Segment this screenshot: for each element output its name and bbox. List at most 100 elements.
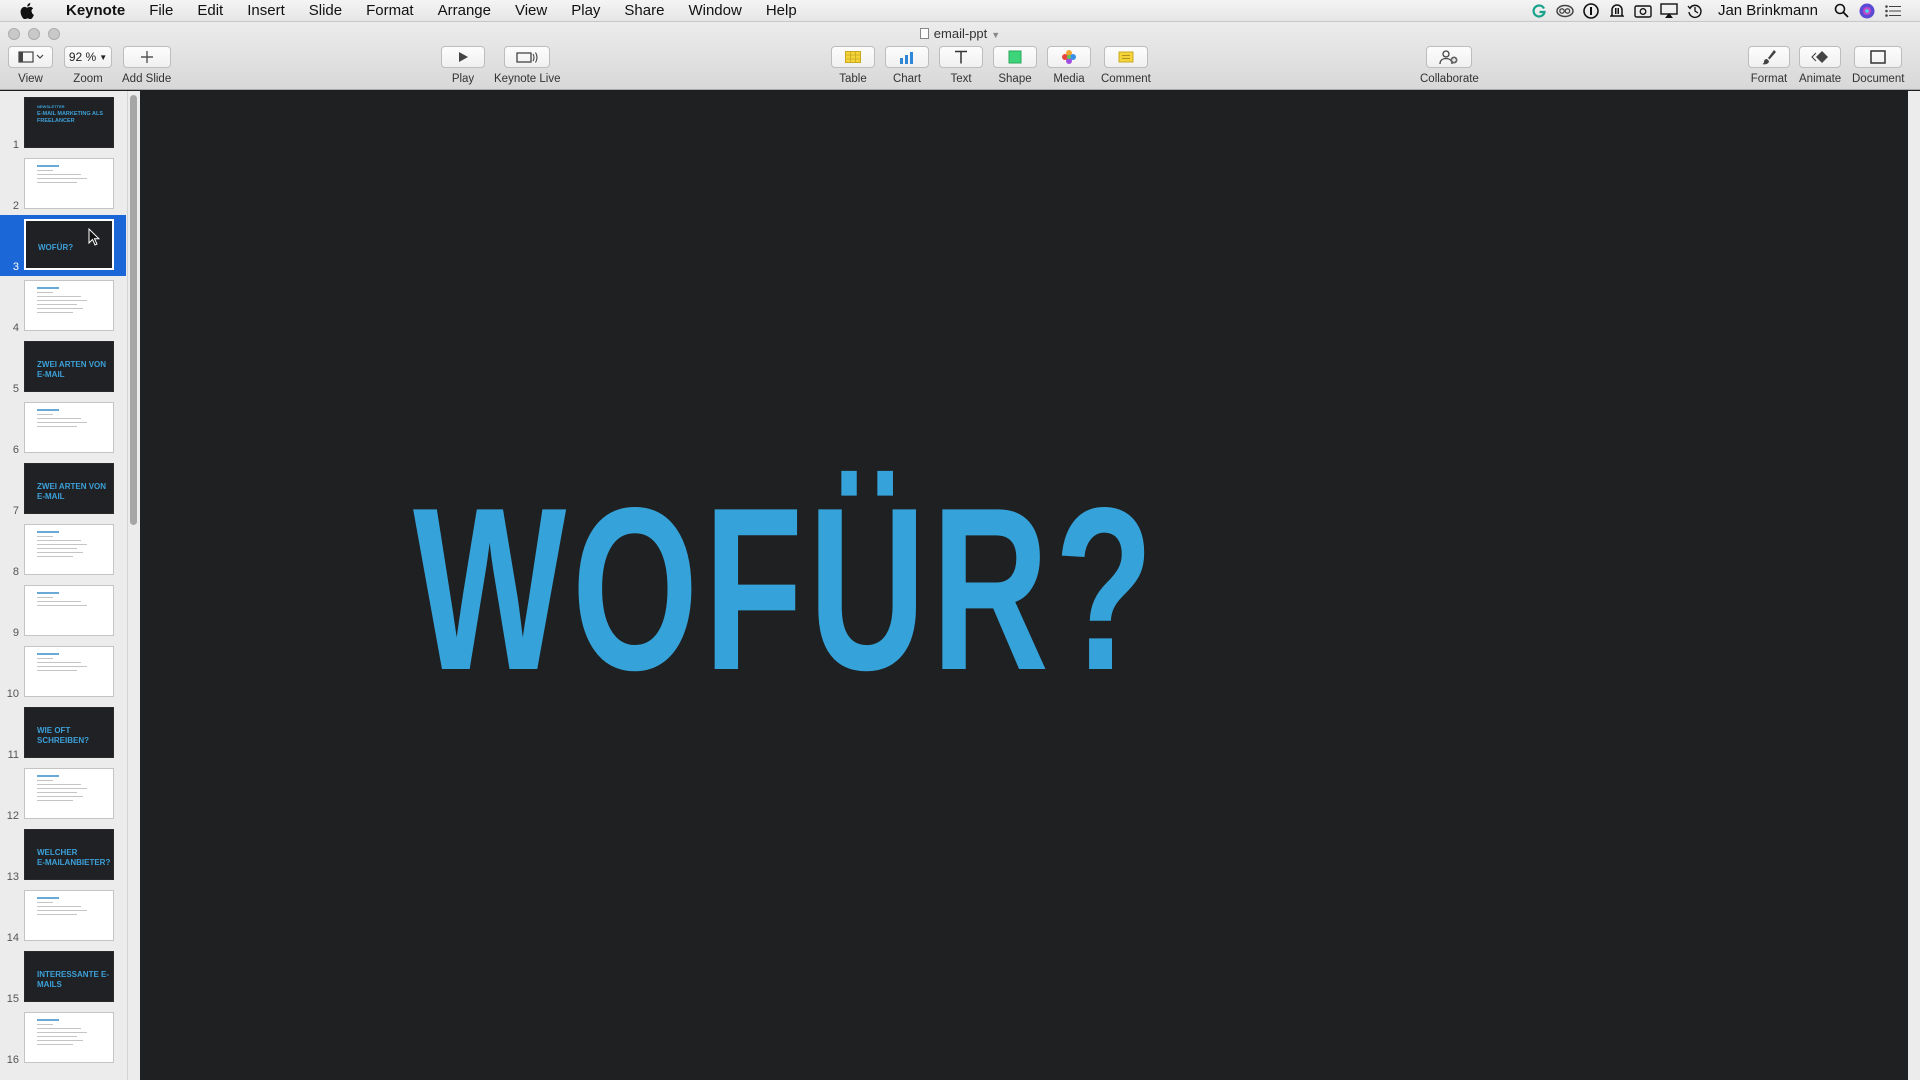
- slide-thumbnail[interactable]: [24, 890, 114, 941]
- slide-thumbnail[interactable]: ZWEI ARTEN VON E-MAIL: [24, 463, 114, 514]
- collaborate-button[interactable]: [1426, 46, 1473, 68]
- airplay-icon[interactable]: [1656, 0, 1682, 22]
- keynote-live-button[interactable]: [504, 46, 551, 68]
- slide-thumbnail-row[interactable]: 2: [0, 154, 126, 215]
- collaborate-tool[interactable]: Collaborate: [1420, 46, 1479, 85]
- time-machine-icon[interactable]: [1682, 0, 1708, 22]
- menu-app-keynote[interactable]: Keynote: [52, 0, 137, 22]
- slide-thumbnail-row[interactable]: 1 NEWSLETTER E-MAIL MARKETING ALS FREELANC…: [0, 93, 126, 154]
- document-tool[interactable]: Document: [1852, 46, 1904, 85]
- slide-canvas[interactable]: WOFÜR?: [141, 91, 1920, 1080]
- play-button[interactable]: [441, 46, 485, 68]
- menu-help[interactable]: Help: [754, 0, 809, 22]
- document-button[interactable]: [1854, 46, 1903, 68]
- slide-thumbnail-row[interactable]: 8: [0, 520, 126, 581]
- zoom-tool[interactable]: 92 % ▼ Zoom: [64, 46, 112, 85]
- menu-file[interactable]: File: [137, 0, 185, 22]
- slide-thumbnail[interactable]: [24, 524, 114, 575]
- slide-number: 10: [6, 688, 19, 700]
- navigator-scrollbar[interactable]: [130, 95, 137, 525]
- slide-thumbnail-row[interactable]: 10: [0, 642, 126, 703]
- grammarly-icon[interactable]: [1526, 0, 1552, 22]
- slide-thumbnail[interactable]: [24, 768, 114, 819]
- comment-button[interactable]: [1103, 46, 1148, 68]
- comment-tool[interactable]: Comment: [1101, 46, 1151, 85]
- add-slide-tool[interactable]: Add Slide: [122, 46, 171, 85]
- screen-record-icon[interactable]: [1630, 0, 1656, 22]
- shape-tool[interactable]: Shape: [993, 46, 1037, 85]
- keynote-live-tool[interactable]: Keynote Live: [494, 46, 561, 85]
- menu-window[interactable]: Window: [676, 0, 753, 22]
- slide-thumbnail-row[interactable]: 7 ZWEI ARTEN VON E-MAIL: [0, 459, 126, 520]
- chart-label: Chart: [892, 73, 922, 85]
- slide-title[interactable]: WOFÜR?: [413, 456, 1159, 723]
- slide-thumbnail-row[interactable]: 5 ZWEI ARTEN VON E-MAIL: [0, 337, 126, 398]
- play-tool[interactable]: Play: [441, 46, 485, 85]
- thumbnail-text-line: [37, 552, 83, 553]
- slide-thumbnail-row[interactable]: 4: [0, 276, 126, 337]
- text-tool[interactable]: Text: [939, 46, 983, 85]
- slide-thumbnail[interactable]: [24, 646, 114, 697]
- format-tool[interactable]: Format: [1748, 46, 1790, 85]
- slide-thumbnail[interactable]: [24, 1012, 114, 1063]
- slide-navigator[interactable]: 1 NEWSLETTER E-MAIL MARKETING ALS FREELANC…: [0, 91, 140, 1080]
- document-title[interactable]: email-ppt ▼: [0, 26, 1920, 41]
- menu-format[interactable]: Format: [354, 0, 426, 22]
- 1password-icon[interactable]: [1578, 0, 1604, 22]
- zoom-select[interactable]: 92 % ▼: [64, 46, 112, 68]
- thumbnail-text-line: [37, 1044, 73, 1045]
- table-tool[interactable]: Table: [831, 46, 875, 85]
- slide-thumbnail[interactable]: NEWSLETTER E-MAIL MARKETING ALS FREELANCE…: [24, 97, 114, 148]
- slide-thumbnail-row[interactable]: 9: [0, 581, 126, 642]
- window-right-edge: [1908, 91, 1920, 1080]
- animate-button[interactable]: [1799, 46, 1842, 68]
- slide-thumbnail-row[interactable]: 11 WIE OFT SCHREIBEN?: [0, 703, 126, 764]
- slide-thumbnail[interactable]: WOFÜR?: [24, 219, 114, 270]
- shape-button[interactable]: [993, 46, 1037, 68]
- slide-thumbnail-row[interactable]: 13 WELCHER E-MAILANBIETER?: [0, 825, 126, 886]
- slide-thumbnail-row[interactable]: 16: [0, 1008, 126, 1069]
- add-slide-button[interactable]: [122, 46, 171, 68]
- table-label: Table: [839, 73, 867, 85]
- format-button[interactable]: [1748, 46, 1790, 68]
- menu-share[interactable]: Share: [612, 0, 676, 22]
- chart-tool[interactable]: Chart: [885, 46, 929, 85]
- slide-thumbnail[interactable]: ZWEI ARTEN VON E-MAIL: [24, 341, 114, 392]
- notification-bell-icon[interactable]: [1604, 0, 1630, 22]
- spotlight-search-icon[interactable]: [1828, 0, 1854, 22]
- siri-icon[interactable]: [1854, 0, 1880, 22]
- thumbnail-text-line: [37, 784, 81, 785]
- animate-tool[interactable]: Animate: [1799, 46, 1841, 85]
- menu-edit[interactable]: Edit: [185, 0, 235, 22]
- slide-thumbnail-row[interactable]: 12: [0, 764, 126, 825]
- slide-thumbnail[interactable]: [24, 280, 114, 331]
- user-name[interactable]: Jan Brinkmann: [1708, 2, 1828, 19]
- chart-button[interactable]: [885, 46, 929, 68]
- thumbnail-text-line: [37, 914, 77, 915]
- menu-insert[interactable]: Insert: [235, 0, 297, 22]
- slide-thumbnail-row[interactable]: 14: [0, 886, 126, 947]
- view-button[interactable]: [8, 46, 53, 68]
- menu-view[interactable]: View: [503, 0, 559, 22]
- menu-arrange[interactable]: Arrange: [426, 0, 503, 22]
- slide-thumbnail[interactable]: [24, 402, 114, 453]
- menu-play[interactable]: Play: [559, 0, 612, 22]
- slide-thumbnail[interactable]: [24, 585, 114, 636]
- creative-cloud-icon[interactable]: [1552, 0, 1578, 22]
- menu-slide[interactable]: Slide: [297, 0, 354, 22]
- slide-thumbnail[interactable]: WELCHER E-MAILANBIETER?: [24, 829, 114, 880]
- table-button[interactable]: [831, 46, 875, 68]
- slide-thumbnail[interactable]: [24, 158, 114, 209]
- slide-thumbnail-row[interactable]: 15 INTERESSANTE E- MAILS: [0, 947, 126, 1008]
- text-button[interactable]: [939, 46, 983, 68]
- media-tool[interactable]: Media: [1047, 46, 1091, 85]
- view-tool[interactable]: View: [8, 46, 53, 85]
- slide-thumbnail-row[interactable]: 6: [0, 398, 126, 459]
- apple-menu-icon[interactable]: [20, 2, 40, 19]
- slide-thumbnail[interactable]: WIE OFT SCHREIBEN?: [24, 707, 114, 758]
- current-slide[interactable]: WOFÜR?: [153, 91, 1909, 1080]
- notification-center-icon[interactable]: [1880, 0, 1906, 22]
- slide-thumbnail-row[interactable]: 3 WOFÜR?: [0, 215, 126, 276]
- slide-thumbnail[interactable]: INTERESSANTE E- MAILS: [24, 951, 114, 1002]
- media-button[interactable]: [1047, 46, 1091, 68]
